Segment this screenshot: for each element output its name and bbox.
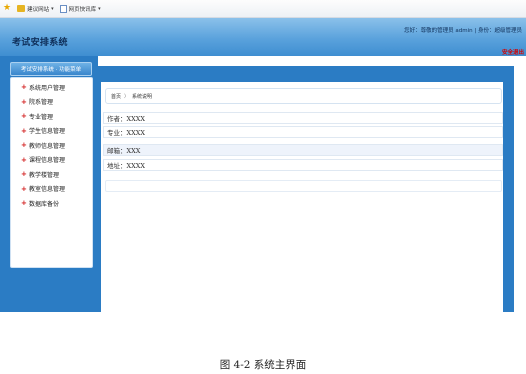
breadcrumb-home[interactable]: 首页: [111, 93, 121, 100]
favorites-item-webslice[interactable]: 网页快讯库 ▾: [59, 4, 101, 13]
chevron-down-icon: ▾: [98, 5, 101, 12]
plus-icon: +: [21, 126, 27, 135]
info-row-email: 邮箱：XXX: [103, 144, 503, 156]
sidebar-heading: 考试安排系统 · 功能菜单: [10, 62, 92, 76]
breadcrumb-current: 系统说明: [132, 93, 153, 100]
plus-icon: +: [21, 141, 27, 150]
figure-caption: 图 4-2 系统主界面: [219, 359, 307, 371]
sidebar-item-label: 教学楼管理: [29, 171, 60, 179]
favorites-star-icon[interactable]: ★: [3, 4, 11, 13]
plus-icon: +: [21, 170, 27, 179]
sidebar-item-classrooms[interactable]: + 教室信息管理: [11, 182, 92, 197]
info-row-author: 作者：XXXX: [103, 112, 503, 124]
breadcrumb-separator: 〉: [124, 93, 130, 100]
sidebar-item-teachers[interactable]: + 教师信息管理: [11, 138, 92, 153]
sidebar-item-courses[interactable]: + 课程信息管理: [11, 153, 92, 168]
sidebar-item-departments[interactable]: + 院系管理: [11, 95, 92, 110]
sidebar-item-majors[interactable]: + 专业管理: [11, 109, 92, 124]
safe-exit-link[interactable]: 安全退出: [502, 48, 524, 56]
favorites-item-label: 建议网站: [27, 6, 50, 13]
sidebar-item-label: 课程信息管理: [29, 157, 66, 165]
sidebar-menu: + 系统用户管理 + 院系管理 + 专业管理 + 学生信息管理 + 教师信息管理 + 课程信…: [10, 77, 93, 268]
sidebar-item-label: 教室信息管理: [29, 186, 66, 194]
favorites-item-label: 网页快讯库: [68, 6, 97, 13]
sidebar-item-buildings[interactable]: + 教学楼管理: [11, 167, 92, 182]
favorites-item-suggested[interactable]: 建议网站 ▾: [17, 5, 54, 13]
sidebar-item-label: 专业管理: [29, 113, 54, 121]
sidebar-item-system-users[interactable]: + 系统用户管理: [11, 80, 92, 95]
plus-icon: +: [21, 97, 27, 106]
sidebar-item-label: 学生信息管理: [29, 128, 66, 136]
sidebar-item-label: 数据库备份: [29, 200, 60, 208]
plus-icon: +: [21, 112, 27, 121]
info-row-major: 专业：XXXX: [103, 126, 503, 138]
folder-icon: [17, 5, 26, 12]
content-panel: 首页 〉 系统说明 作者：XXXX 专业：XXXX 邮箱：XXX 地址：XXXX: [101, 82, 503, 312]
plus-icon: +: [21, 83, 27, 92]
chevron-down-icon: ▾: [51, 5, 54, 12]
sidebar-item-students[interactable]: + 学生信息管理: [11, 124, 92, 139]
plus-icon: +: [21, 155, 27, 164]
breadcrumb: 首页 〉 系统说明: [105, 88, 502, 104]
sidebar-item-label: 院系管理: [29, 99, 54, 107]
info-row-address: 地址：XXXX: [103, 159, 503, 171]
app-header: 考试安排系统 您好：尊敬的管理员 admin | 身份：超级管理员: [0, 18, 526, 56]
sidebar-item-label: 教师信息管理: [29, 142, 66, 150]
sidebar-item-label: 系统用户管理: [29, 84, 66, 92]
plus-icon: +: [21, 199, 27, 208]
sidebar-item-db-backup[interactable]: + 数据库备份: [11, 196, 92, 211]
user-info: 您好：尊敬的管理员 admin | 身份：超级管理员: [404, 28, 522, 34]
sidebar-panel: 考试安排系统 · 功能菜单 + 系统用户管理 + 院系管理 + 专业管理 + 学生信息管…: [0, 56, 98, 312]
browser-favorites-bar: ★ 建议网站 ▾ 网页快讯库 ▾: [0, 0, 526, 18]
app-title: 考试安排系统: [12, 38, 68, 48]
empty-footer-box: [105, 180, 502, 192]
page-icon: [59, 4, 67, 13]
plus-icon: +: [21, 184, 27, 193]
